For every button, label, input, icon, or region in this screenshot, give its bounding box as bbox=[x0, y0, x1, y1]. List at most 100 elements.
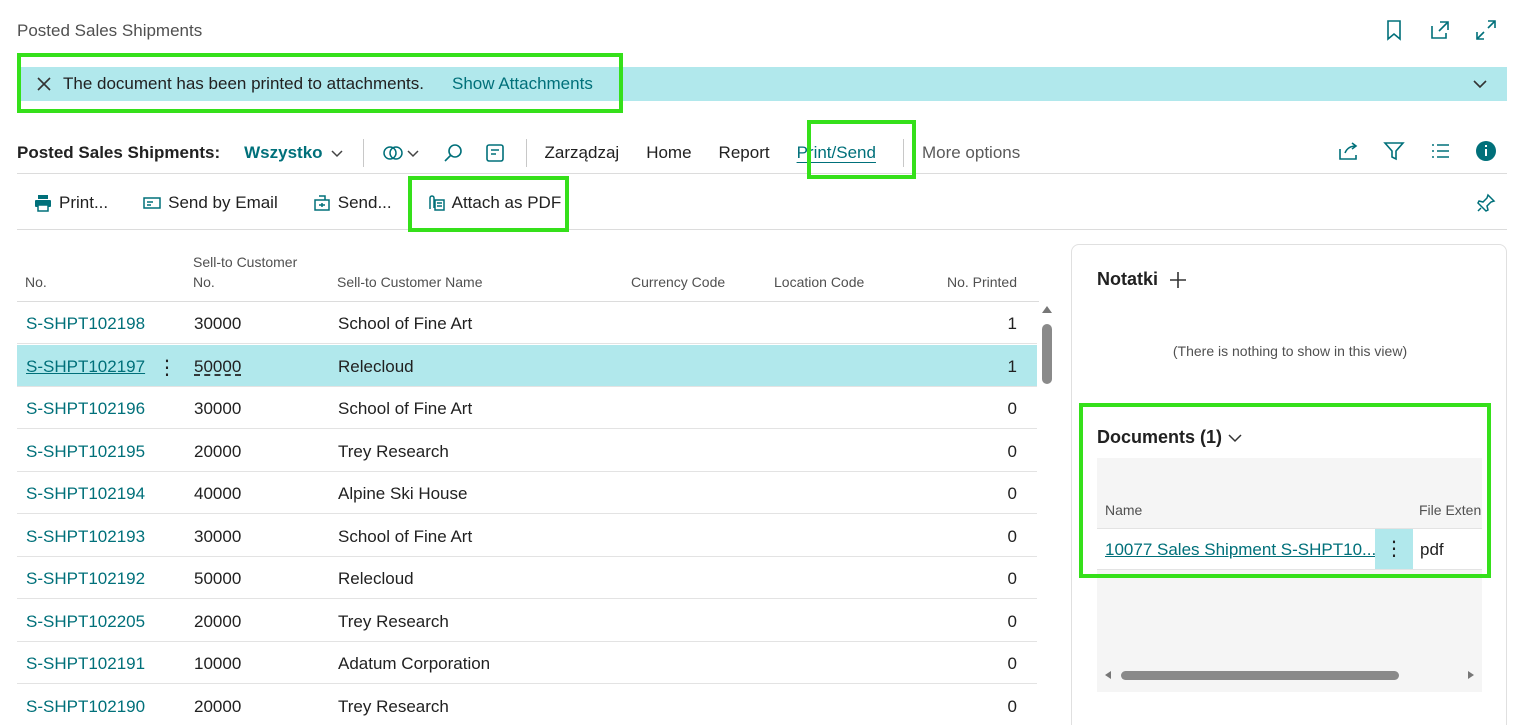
column-header-customer-name[interactable]: Sell-to Customer Name bbox=[337, 274, 483, 290]
no-printed-cell: 0 bbox=[1007, 696, 1017, 716]
shipment-no-link[interactable]: S-SHPT102195 bbox=[26, 442, 145, 462]
documents-title: Documents (1) bbox=[1097, 427, 1223, 447]
menu-report[interactable]: Report bbox=[719, 143, 770, 163]
no-printed-cell: 0 bbox=[1007, 569, 1017, 588]
document-row-menu[interactable]: ⋮ bbox=[1375, 529, 1413, 569]
customer-no-cell[interactable]: 50000 bbox=[194, 569, 241, 589]
customer-no-cell[interactable]: 30000 bbox=[194, 399, 241, 419]
top-icons bbox=[1382, 18, 1498, 42]
chevron-down-icon[interactable] bbox=[1471, 75, 1489, 93]
view-selector[interactable]: Wszystko bbox=[244, 143, 344, 163]
list-title: Posted Sales Shipments: bbox=[17, 142, 221, 162]
table-row[interactable]: S-SHPT102197 50000 Relecloud 1 ⋮ bbox=[17, 344, 1037, 387]
send-by-email-button[interactable]: Send by Email bbox=[142, 193, 278, 213]
add-note-icon[interactable] bbox=[1168, 270, 1188, 290]
close-icon[interactable] bbox=[35, 75, 53, 93]
shipment-no-link[interactable]: S-SHPT102196 bbox=[26, 399, 145, 419]
shipment-no-link[interactable]: S-SHPT102197 bbox=[26, 357, 145, 377]
table-row[interactable]: S-SHPT102205 20000 Trey Research 0 bbox=[17, 600, 1037, 642]
docs-column-name[interactable]: Name bbox=[1105, 502, 1142, 518]
pin-icon[interactable] bbox=[1475, 192, 1497, 214]
document-name-link[interactable]: 10077 Sales Shipment S-SHPT10... bbox=[1105, 540, 1376, 560]
view-selector-label: Wszystko bbox=[244, 142, 323, 162]
table-row[interactable]: S-SHPT102194 40000 Alpine Ski House 0 bbox=[17, 472, 1037, 514]
customer-name-cell: School of Fine Art bbox=[338, 399, 473, 418]
print-send-actions: Print... Send by Email Send... Attach as… bbox=[17, 176, 1507, 230]
table-row[interactable]: S-SHPT102196 30000 School of Fine Art 0 bbox=[17, 387, 1037, 429]
customer-no-cell[interactable]: 10000 bbox=[194, 654, 241, 674]
attach-as-pdf-label: Attach as PDF bbox=[451, 192, 562, 212]
menu-zarzadzaj[interactable]: Zarządzaj bbox=[545, 143, 620, 163]
search-icon[interactable] bbox=[442, 142, 464, 164]
table-row[interactable]: S-SHPT102195 20000 Trey Research 0 bbox=[17, 430, 1037, 472]
info-icon[interactable] bbox=[1475, 140, 1497, 162]
more-options-button[interactable]: More options bbox=[922, 143, 1020, 163]
list-scrollbar[interactable] bbox=[1041, 304, 1053, 725]
column-header-no[interactable]: No. bbox=[25, 274, 47, 290]
shipment-no-link[interactable]: S-SHPT102194 bbox=[26, 484, 145, 504]
table-row[interactable]: S-SHPT102190 20000 Trey Research 0 bbox=[17, 685, 1037, 725]
expand-icon[interactable] bbox=[1474, 18, 1498, 42]
menu-print-send[interactable]: Print/Send bbox=[797, 143, 876, 163]
scroll-right-icon[interactable] bbox=[1468, 671, 1474, 679]
docs-column-file-extension[interactable]: File Exten bbox=[1419, 502, 1481, 518]
customer-no-cell[interactable]: 20000 bbox=[194, 612, 241, 632]
customer-no-cell[interactable]: 20000 bbox=[194, 442, 241, 462]
shipment-no-link[interactable]: S-SHPT102193 bbox=[26, 527, 145, 547]
filter-icon[interactable] bbox=[1383, 140, 1405, 162]
list-view-icon[interactable] bbox=[1429, 140, 1451, 162]
copilot-icon[interactable] bbox=[382, 142, 422, 164]
scroll-up-icon[interactable] bbox=[1042, 306, 1052, 313]
documents-panel: Name File Exten 10077 Sales Shipment S-S… bbox=[1097, 458, 1482, 692]
send-button[interactable]: Send... bbox=[312, 193, 392, 213]
customer-no-cell[interactable]: 50000 bbox=[194, 357, 241, 377]
banner-message: The document has been printed to attachm… bbox=[63, 74, 425, 93]
print-button[interactable]: Print... bbox=[33, 193, 108, 213]
send-label: Send... bbox=[337, 192, 392, 212]
scrollbar-thumb[interactable] bbox=[1042, 324, 1052, 384]
customer-no-cell[interactable]: 30000 bbox=[194, 314, 241, 334]
customer-no-cell[interactable]: 20000 bbox=[194, 697, 241, 717]
column-header-customer-no-line1[interactable]: Sell-to Customer bbox=[193, 254, 297, 270]
shipment-no-link[interactable]: S-SHPT102191 bbox=[26, 654, 145, 674]
send-by-email-label: Send by Email bbox=[168, 192, 278, 212]
no-printed-cell: 0 bbox=[1007, 526, 1017, 546]
column-header-currency-code[interactable]: Currency Code bbox=[631, 274, 725, 290]
shipment-no-link[interactable]: S-SHPT102205 bbox=[26, 612, 145, 632]
table-row[interactable]: S-SHPT102193 30000 School of Fine Art 0 bbox=[17, 515, 1037, 557]
customer-name-cell: Trey Research bbox=[338, 696, 449, 716]
documents-header[interactable]: Documents (1) bbox=[1097, 427, 1244, 448]
print-label: Print... bbox=[59, 192, 109, 212]
divider bbox=[902, 138, 904, 167]
notes-title: Notatki bbox=[1097, 269, 1159, 289]
share-icon[interactable] bbox=[1337, 140, 1359, 162]
no-printed-cell: 0 bbox=[1007, 484, 1017, 503]
show-attachments-link[interactable]: Show Attachments bbox=[452, 74, 593, 94]
table-row[interactable]: S-SHPT102198 30000 School of Fine Art 1 bbox=[17, 302, 1037, 344]
factbox-pane: Notatki (There is nothing to show in thi… bbox=[1071, 244, 1507, 725]
shipment-no-link[interactable]: S-SHPT102192 bbox=[26, 569, 145, 589]
attach-as-pdf-button[interactable]: Attach as PDF bbox=[426, 192, 562, 213]
customer-no-cell[interactable]: 40000 bbox=[194, 484, 241, 504]
customer-no-cell[interactable]: 30000 bbox=[194, 527, 241, 547]
documents-horizontal-scrollbar[interactable] bbox=[1097, 668, 1482, 682]
column-header-location-code[interactable]: Location Code bbox=[774, 274, 864, 290]
document-file-extension: pdf bbox=[1420, 540, 1444, 559]
send-document-icon bbox=[314, 194, 330, 211]
scroll-left-icon[interactable] bbox=[1105, 671, 1111, 679]
menu-home[interactable]: Home bbox=[646, 143, 691, 163]
customer-name-cell: Adatum Corporation bbox=[338, 654, 491, 673]
shipment-no-link[interactable]: S-SHPT102190 bbox=[26, 697, 145, 717]
column-header-no-printed[interactable]: No. Printed bbox=[947, 274, 1017, 290]
column-header-customer-no-line2[interactable]: No. bbox=[193, 274, 215, 290]
table-row[interactable]: S-SHPT102191 10000 Adatum Corporation 0 bbox=[17, 642, 1037, 684]
bookmark-icon[interactable] bbox=[1382, 18, 1406, 42]
row-menu-button[interactable]: ⋮ bbox=[157, 355, 177, 380]
shipment-no-link[interactable]: S-SHPT102198 bbox=[26, 314, 145, 334]
edit-list-icon[interactable] bbox=[484, 142, 506, 164]
scrollbar-thumb[interactable] bbox=[1121, 671, 1399, 680]
document-row[interactable]: 10077 Sales Shipment S-SHPT10... ⋮ pdf bbox=[1097, 528, 1482, 570]
table-row[interactable]: S-SHPT102192 50000 Relecloud 0 bbox=[17, 557, 1037, 599]
open-new-window-icon[interactable] bbox=[1428, 18, 1452, 42]
notification-banner: The document has been printed to attachm… bbox=[17, 67, 1507, 101]
